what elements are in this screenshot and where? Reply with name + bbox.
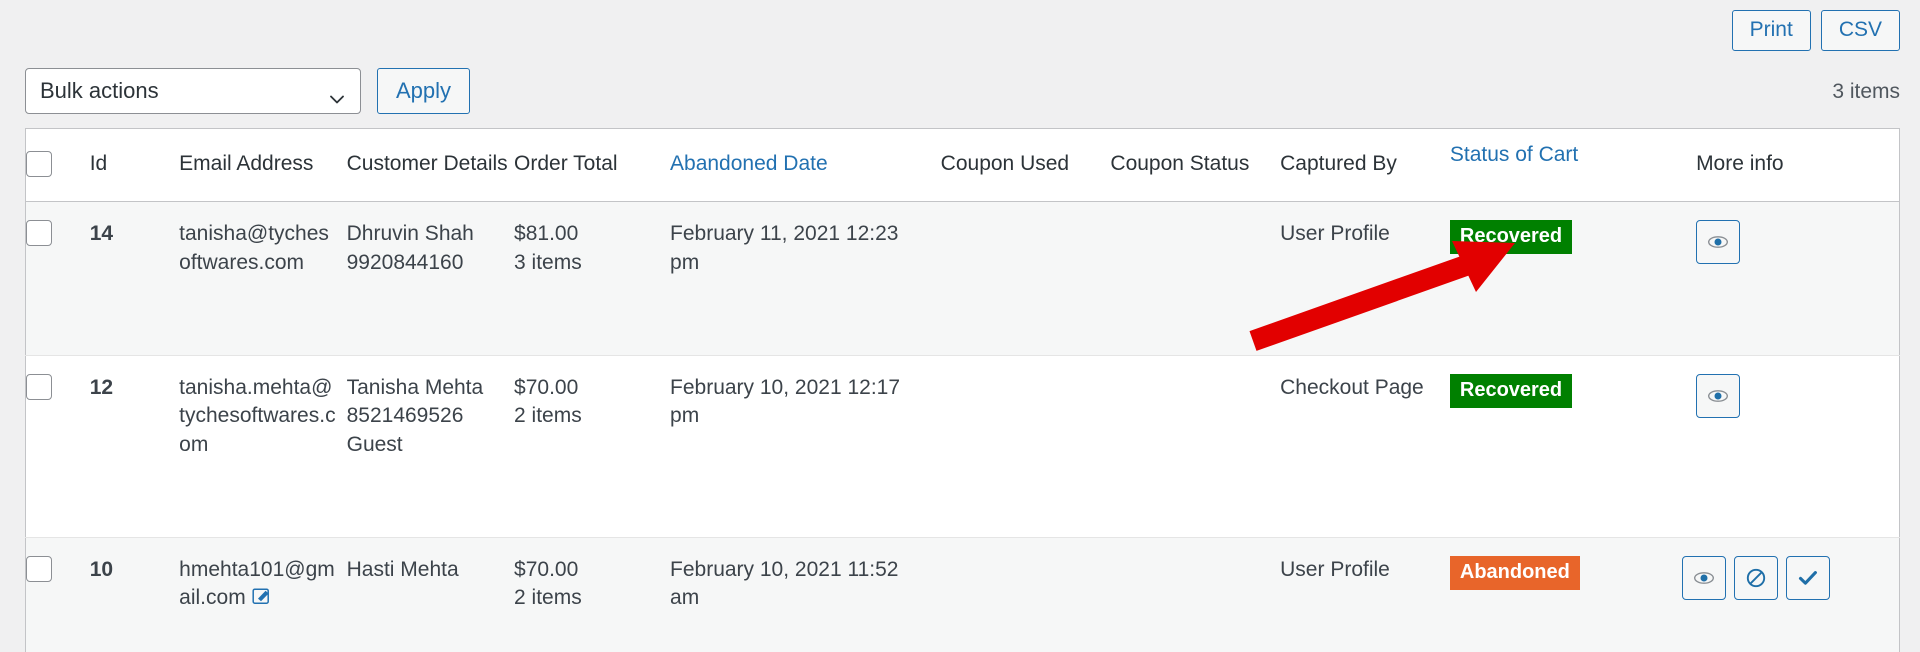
cell-email: tanisha@tychesoftwares.com [179, 201, 347, 296]
cell-captured-by: User Profile [1280, 201, 1450, 296]
cell-order-total: $70.00 2 items [514, 354, 671, 478]
customer-phone: 9920844160 [346, 250, 464, 274]
cell-customer-details: Dhruvin Shah 9920844160 [346, 201, 515, 296]
row-select-cell [25, 536, 90, 633]
customer-name: Tanisha Mehta [346, 375, 484, 399]
select-all-header [25, 128, 90, 202]
column-header-customer-details[interactable]: Customer Details [346, 128, 515, 202]
cell-coupon-used [940, 536, 1111, 633]
row-checkbox[interactable] [26, 373, 52, 400]
eye-icon [1707, 231, 1729, 253]
csv-button[interactable]: CSV [1820, 10, 1900, 52]
apply-button[interactable]: Apply [377, 68, 471, 114]
column-header-order-total[interactable]: Order Total [514, 128, 671, 202]
row-actions [1682, 555, 1889, 600]
cell-status: Recovered [1449, 201, 1671, 296]
cell-captured-by: Checkout Page [1280, 354, 1450, 478]
column-header-status-of-cart[interactable]: Status of Cart [1449, 128, 1671, 202]
cell-id[interactable]: 10 [89, 536, 180, 633]
row-spacer [25, 295, 1900, 356]
cell-order-total: $70.00 2 items [514, 536, 671, 633]
cell-coupon-status [1110, 201, 1281, 296]
email-text: tanisha@tychesoftwares.com [179, 222, 329, 274]
cell-coupon-status [1110, 536, 1281, 633]
customer-type: Guest [346, 432, 403, 456]
row-spacer [26, 477, 1900, 537]
select-all-checkbox[interactable] [26, 151, 52, 177]
export-buttons: Print CSV [1731, 10, 1900, 52]
row-actions [1696, 220, 1889, 264]
cell-more-info [1670, 201, 1900, 296]
cell-email: tanisha.mehta@tychesoftwares.com [179, 354, 347, 478]
table-row: 10 hmehta101@gmail.com Hasti Mehta $70.0… [25, 536, 1900, 633]
cell-status: Abandoned [1449, 536, 1671, 633]
order-total-amount: $81.00 [514, 222, 579, 245]
row-select-cell [25, 354, 90, 478]
column-header-captured-by[interactable]: Captured By [1280, 128, 1450, 202]
cell-customer-details: Tanisha Mehta 8521469526 Guest [346, 354, 515, 478]
cell-more-info [1670, 354, 1900, 478]
column-header-more-info: More info [1670, 128, 1900, 202]
print-button[interactable]: Print [1731, 10, 1811, 52]
status-badge: Recovered [1449, 220, 1573, 254]
row-select-cell [25, 201, 90, 296]
table-body: 14 tanisha@tychesoftwares.com Dhruvin Sh… [25, 201, 1900, 652]
abandoned-carts-page: Print CSV Bulk actions Apply 3 items Id [0, 0, 1920, 652]
row-spacer [25, 632, 1900, 652]
customer-name: Hasti Mehta [346, 557, 459, 581]
eye-icon [1707, 385, 1729, 407]
mark-recovered-button[interactable] [1786, 555, 1831, 600]
bulk-actions-value: Bulk actions [40, 78, 159, 103]
column-header-email[interactable]: Email Address [179, 128, 347, 202]
chevron-down-icon [330, 87, 344, 104]
row-actions [1696, 373, 1889, 418]
cell-id[interactable]: 12 [89, 354, 180, 478]
cell-captured-by: User Profile [1280, 536, 1450, 633]
cell-coupon-status [1110, 354, 1281, 478]
cell-status: Recovered [1449, 354, 1671, 478]
cell-email: hmehta101@gmail.com [179, 536, 347, 633]
cell-more-info [1670, 536, 1900, 633]
block-icon [1745, 567, 1767, 589]
column-header-coupon-status[interactable]: Coupon Status [1110, 128, 1281, 202]
column-header-coupon-used[interactable]: Coupon Used [940, 128, 1111, 202]
order-item-count: 2 items [514, 404, 582, 428]
bulk-actions-select[interactable]: Bulk actions [25, 68, 361, 114]
order-item-count: 2 items [514, 586, 582, 610]
abandoned-carts-table: Id Email Address Customer Details Order … [25, 128, 1900, 652]
table-row: 12 tanisha.mehta@tychesoftwares.com Tani… [25, 354, 1900, 478]
cell-coupon-used [940, 201, 1111, 296]
view-cart-button[interactable] [1696, 220, 1741, 264]
table-row: 14 tanisha@tychesoftwares.com Dhruvin Sh… [25, 201, 1900, 296]
cell-abandoned-date: February 10, 2021 12:17 pm [670, 354, 941, 478]
cell-customer-details: Hasti Mehta [346, 536, 515, 633]
cell-coupon-used [940, 354, 1111, 478]
column-header-id[interactable]: Id [89, 128, 180, 202]
eye-icon [1693, 567, 1715, 589]
table-navigation: Bulk actions Apply 3 items [25, 68, 1900, 114]
view-cart-button[interactable] [1682, 555, 1727, 600]
status-badge: Recovered [1449, 373, 1573, 408]
cell-abandoned-date: February 10, 2021 11:52 am [670, 536, 941, 633]
row-checkbox[interactable] [26, 555, 52, 582]
items-count: 3 items [1832, 80, 1900, 103]
order-total-amount: $70.00 [514, 557, 579, 581]
table-header-row: Id Email Address Customer Details Order … [25, 128, 1900, 202]
view-cart-button[interactable] [1696, 373, 1741, 418]
customer-name: Dhruvin Shah [346, 222, 474, 245]
status-badge: Abandoned [1449, 555, 1580, 590]
order-total-amount: $70.00 [514, 375, 579, 399]
block-cart-button[interactable] [1734, 555, 1779, 600]
edit-icon[interactable] [252, 586, 272, 615]
customer-phone: 8521469526 [346, 404, 464, 428]
cell-order-total: $81.00 3 items [514, 201, 671, 296]
email-text: tanisha.mehta@tychesoftwares.com [179, 375, 336, 456]
cell-id[interactable]: 14 [89, 201, 180, 296]
check-icon [1797, 567, 1819, 589]
order-item-count: 3 items [514, 250, 582, 274]
column-header-abandoned-date[interactable]: Abandoned Date [670, 128, 941, 202]
cell-abandoned-date: February 11, 2021 12:23 pm [670, 201, 941, 296]
row-checkbox[interactable] [26, 220, 52, 246]
